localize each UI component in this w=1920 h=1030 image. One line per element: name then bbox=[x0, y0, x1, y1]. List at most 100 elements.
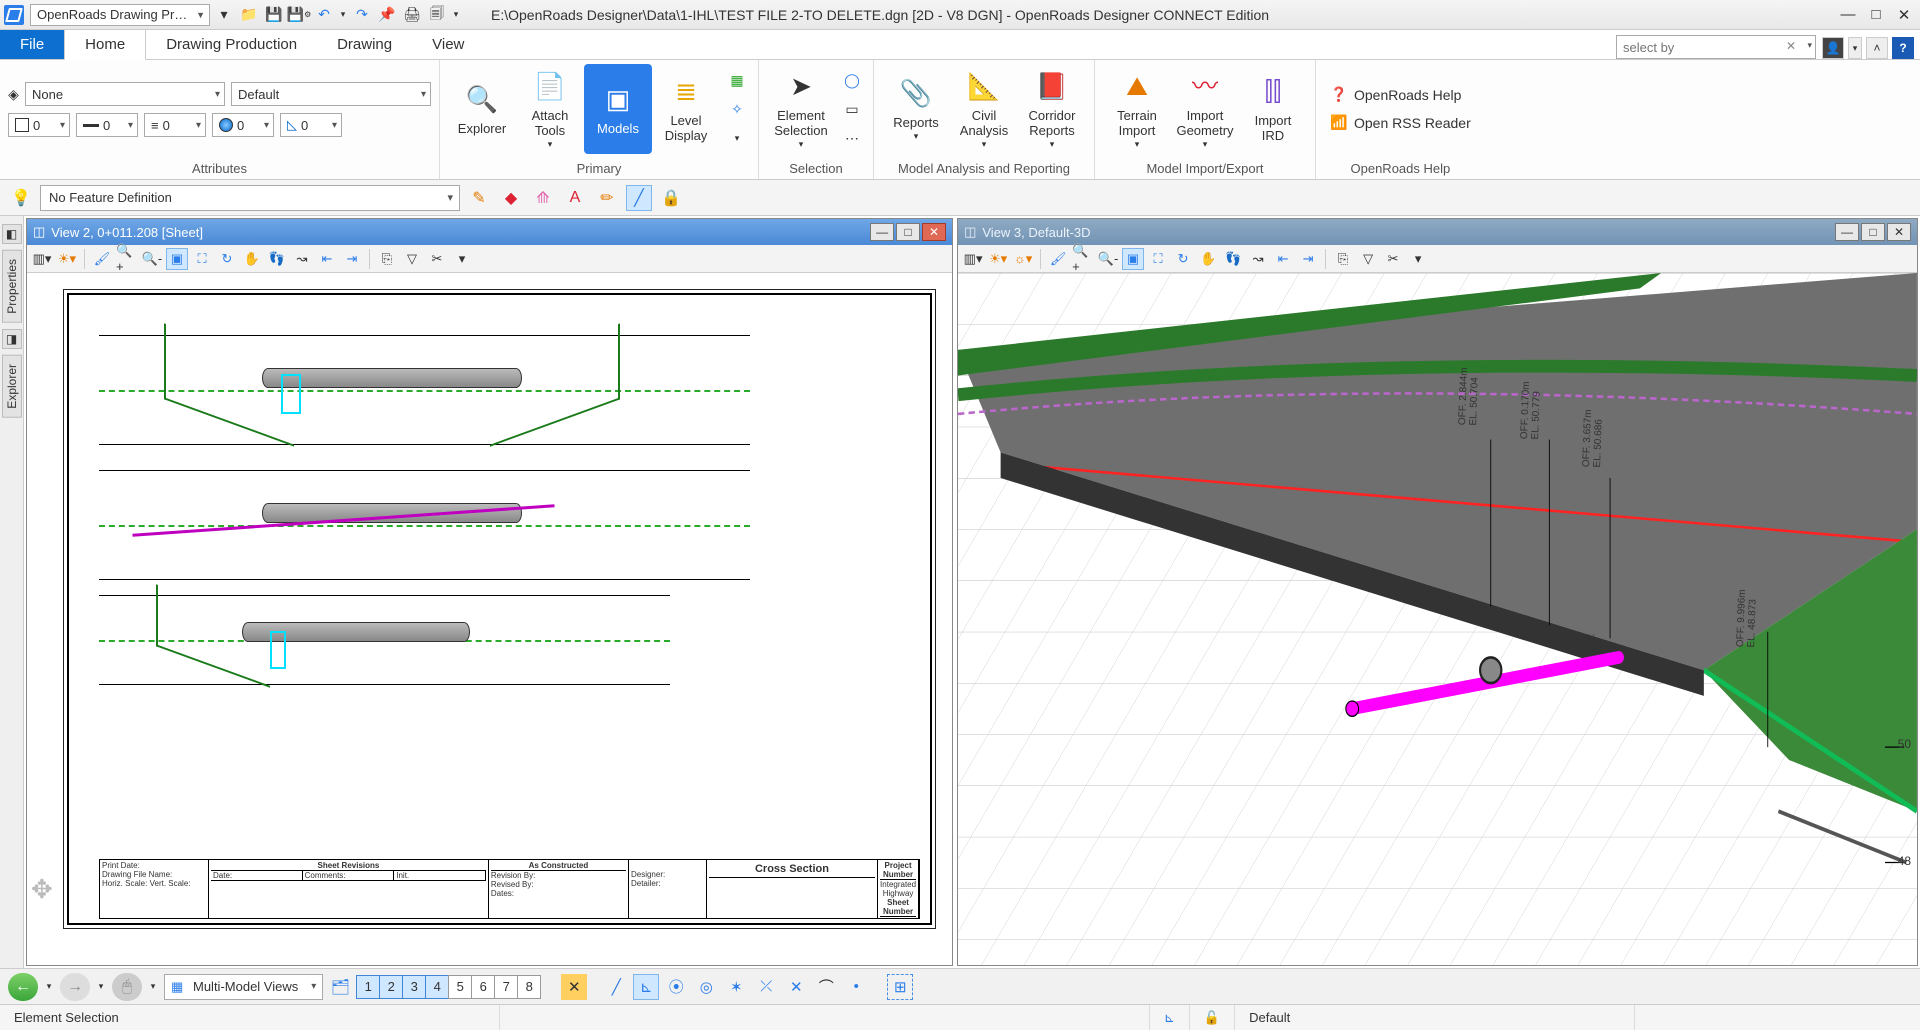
vt2-rotate-icon[interactable]: ↻ bbox=[216, 248, 238, 270]
vt3-zoom-in-icon[interactable]: 🔍+ bbox=[1072, 248, 1094, 270]
maximize-button[interactable]: □ bbox=[1864, 5, 1888, 25]
vt2-view-prev-icon[interactable]: ⇤ bbox=[316, 248, 338, 270]
vt2-clip-icon[interactable]: ✂ bbox=[426, 248, 448, 270]
feat-tool-6-icon[interactable]: ╱ bbox=[626, 185, 652, 211]
tab-drawing[interactable]: Drawing bbox=[317, 30, 412, 59]
feat-tool-5-icon[interactable]: ✏ bbox=[594, 185, 620, 211]
ribbon-collapse-icon[interactable]: ˄ bbox=[1866, 37, 1888, 59]
snap-line-icon[interactable]: ╱ bbox=[603, 974, 629, 1000]
view-num-1[interactable]: 1 bbox=[356, 975, 380, 999]
save-icon[interactable]: 💾 bbox=[263, 4, 285, 26]
snap-intersect-icon[interactable]: ✕ bbox=[783, 974, 809, 1000]
undo-dropdown[interactable]: ▾ bbox=[338, 4, 348, 26]
nav-fwd-dropdown[interactable]: ▾ bbox=[94, 973, 108, 1001]
element-template-icon[interactable]: ◈ bbox=[8, 81, 19, 107]
view-num-6[interactable]: 6 bbox=[471, 975, 495, 999]
pin-icon[interactable]: 📌 bbox=[376, 4, 398, 26]
vt3-fit-icon[interactable]: ⛶ bbox=[1147, 248, 1169, 270]
import-ird-button[interactable]: ⫿⫿Import IRD bbox=[1239, 64, 1307, 154]
level-display-button[interactable]: ≣Level Display bbox=[652, 64, 720, 154]
vt2-brush-icon[interactable]: 🖌 bbox=[91, 248, 113, 270]
vt2-zoom-in-icon[interactable]: 🔍+ bbox=[116, 248, 138, 270]
status-snap-icon[interactable]: ⊾ bbox=[1150, 1005, 1190, 1030]
user-dropdown[interactable]: ▾ bbox=[1848, 37, 1862, 59]
redo-icon[interactable]: ↷ bbox=[351, 4, 373, 26]
vt3-window-area-icon[interactable]: ▣ bbox=[1122, 248, 1144, 270]
sidebar-tab-explorer[interactable]: Explorer bbox=[2, 355, 22, 418]
snap-origin-icon[interactable]: ✶ bbox=[723, 974, 749, 1000]
save-settings-icon[interactable]: 💾⚙ bbox=[288, 4, 310, 26]
manage-view-groups-icon[interactable]: 🗂 bbox=[327, 974, 353, 1000]
vt3-view-next-icon[interactable]: ⇥ bbox=[1297, 248, 1319, 270]
export-icon[interactable]: 🗐 bbox=[426, 4, 448, 26]
fence-rect-icon[interactable]: ▭ bbox=[839, 96, 865, 122]
reports-button[interactable]: 📎Reports▾ bbox=[882, 64, 950, 154]
vt3-brush-icon[interactable]: 🖌 bbox=[1047, 248, 1069, 270]
view-3-titlebar[interactable]: ◫ View 3, Default-3D — □ ✕ bbox=[958, 219, 1917, 245]
models-button[interactable]: ▣Models bbox=[584, 64, 652, 154]
fence-more-icon[interactable]: ⋯ bbox=[839, 125, 865, 151]
vt2-view-next-icon[interactable]: ⇥ bbox=[341, 248, 363, 270]
vt3-copy-view-icon[interactable]: ⎘ bbox=[1332, 248, 1354, 270]
attr-combo-5[interactable]: ◺0 bbox=[280, 113, 342, 137]
vt2-more-icon[interactable]: ▾ bbox=[451, 248, 473, 270]
snap-tangent-icon[interactable]: ⦿ bbox=[663, 974, 689, 1000]
snap-bisector-icon[interactable]: ⤫ bbox=[753, 974, 779, 1000]
openroads-help-link[interactable]: ❓OpenRoads Help bbox=[1324, 83, 1467, 107]
sidebar-explorer-icon[interactable]: ◨ bbox=[2, 329, 22, 349]
primary-tool-2-icon[interactable]: ✧ bbox=[724, 96, 750, 122]
snap-point-icon[interactable]: • bbox=[843, 974, 869, 1000]
status-lock-icon[interactable]: 🔓 bbox=[1190, 1005, 1235, 1030]
feat-tool-2-icon[interactable]: ◆ bbox=[498, 185, 524, 211]
tab-view[interactable]: View bbox=[412, 30, 484, 59]
primary-tool-1-icon[interactable]: ▦ bbox=[724, 67, 750, 93]
feat-lock-icon[interactable]: 🔒 bbox=[658, 185, 684, 211]
explorer-button[interactable]: 🔍Explorer bbox=[448, 64, 516, 154]
vt3-sun-icon[interactable]: ☀▾ bbox=[987, 248, 1009, 270]
view-num-7[interactable]: 7 bbox=[494, 975, 518, 999]
primary-more-icon[interactable]: ▾ bbox=[724, 125, 750, 151]
view-2-canvas[interactable]: Print Date: Drawing File Name: Horiz. Sc… bbox=[27, 273, 952, 965]
civil-analysis-button[interactable]: 📐Civil Analysis▾ bbox=[950, 64, 1018, 154]
vt2-zoom-out-icon[interactable]: 🔍- bbox=[141, 248, 163, 270]
color-style-combo[interactable]: Default bbox=[231, 82, 431, 106]
vt2-sun-icon[interactable]: ☀▾ bbox=[56, 248, 78, 270]
feature-bulb-icon[interactable]: 💡 bbox=[8, 185, 34, 211]
vt2-fly-icon[interactable]: ↝ bbox=[291, 248, 313, 270]
open-rss-link[interactable]: 📶Open RSS Reader bbox=[1324, 111, 1477, 135]
open-icon[interactable]: 📁 bbox=[238, 4, 260, 26]
nav-back-button[interactable]: ← bbox=[8, 973, 38, 1001]
attr-combo-1[interactable]: 0 bbox=[8, 113, 70, 137]
vt2-display-style-icon[interactable]: ▥▾ bbox=[31, 248, 53, 270]
corridor-reports-button[interactable]: 📕Corridor Reports▾ bbox=[1018, 64, 1086, 154]
view-num-2[interactable]: 2 bbox=[379, 975, 403, 999]
fence-circle-icon[interactable]: ◯ bbox=[839, 67, 865, 93]
workflow-combo[interactable]: OpenRoads Drawing Pr… bbox=[30, 4, 210, 26]
tab-home[interactable]: Home bbox=[64, 29, 146, 60]
view-3-close[interactable]: ✕ bbox=[1887, 223, 1911, 241]
qat-more[interactable]: ▾ bbox=[451, 4, 461, 26]
help-icon[interactable]: ? bbox=[1892, 37, 1914, 59]
vt3-walk-icon[interactable]: 👣 bbox=[1222, 248, 1244, 270]
nav-back-dropdown[interactable]: ▾ bbox=[42, 973, 56, 1001]
vt3-pan-icon[interactable]: ✋ bbox=[1197, 248, 1219, 270]
element-selection-button[interactable]: ➤Element Selection▾ bbox=[767, 64, 835, 154]
status-level[interactable]: Default bbox=[1235, 1005, 1635, 1030]
vt2-window-area-icon[interactable]: ▣ bbox=[166, 248, 188, 270]
tab-file[interactable]: File bbox=[0, 30, 64, 59]
view-layout-combo[interactable]: Multi-Model Views bbox=[164, 974, 323, 1000]
print-icon[interactable]: 🖨 bbox=[401, 4, 423, 26]
vt3-display-style-icon[interactable]: ▥▾ bbox=[962, 248, 984, 270]
vt3-sun2-icon[interactable]: ☼▾ bbox=[1012, 248, 1034, 270]
vt3-view-prev-icon[interactable]: ⇤ bbox=[1272, 248, 1294, 270]
vt2-pan-icon[interactable]: ✋ bbox=[241, 248, 263, 270]
nav-mouse-icon[interactable]: 🖱 bbox=[112, 973, 142, 1001]
vt3-perspective-icon[interactable]: ▽ bbox=[1357, 248, 1379, 270]
snap-center-icon[interactable]: ◎ bbox=[693, 974, 719, 1000]
view-2-close[interactable]: ✕ bbox=[922, 223, 946, 241]
search-dropdown-icon[interactable]: ▾ bbox=[1807, 40, 1812, 51]
feature-definition-combo[interactable]: No Feature Definition bbox=[40, 185, 460, 211]
vt2-fit-icon[interactable]: ⛶ bbox=[191, 248, 213, 270]
view-2-titlebar[interactable]: ◫ View 2, 0+011.208 [Sheet] — □ ✕ bbox=[27, 219, 952, 245]
vt3-fly-icon[interactable]: ↝ bbox=[1247, 248, 1269, 270]
